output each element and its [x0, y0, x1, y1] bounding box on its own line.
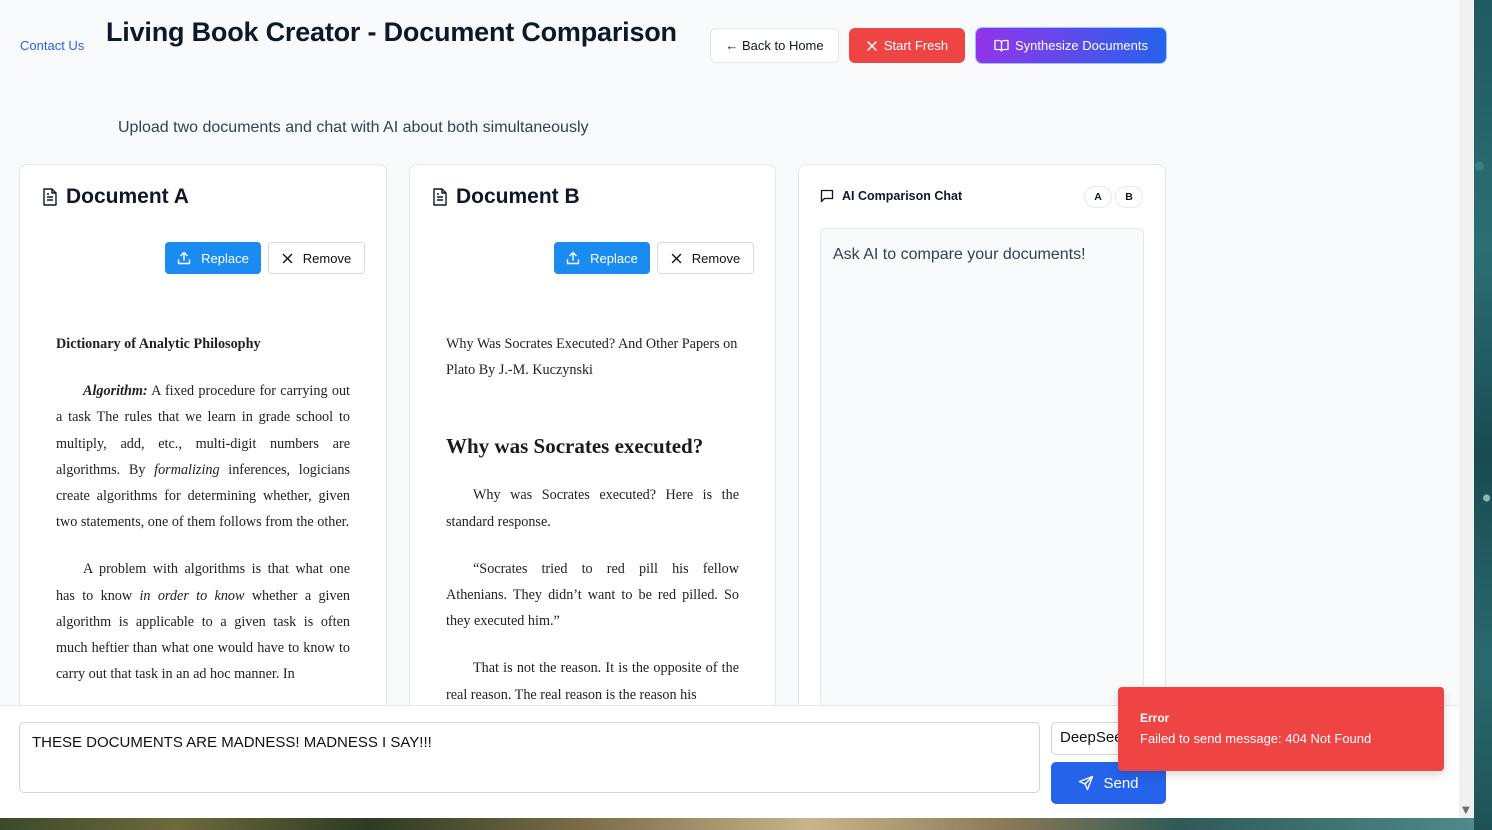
- background-image-bottom: [0, 818, 1474, 830]
- document-a-heading: Dictionary of Analytic Philosophy: [56, 336, 261, 352]
- background-image-right: [1474, 0, 1492, 830]
- book-open-icon: [994, 39, 1009, 52]
- message-input[interactable]: THESE DOCUMENTS ARE MADNESS! MADNESS I S…: [19, 722, 1040, 793]
- document-a-paragraph: A problem with algorithms is that what o…: [56, 556, 350, 687]
- synthesize-label: Synthesize Documents: [1015, 38, 1148, 53]
- document-b-paragraph: “Socrates tried to red pill his fellow A…: [446, 560, 739, 630]
- remove-document-a-button[interactable]: Remove: [268, 242, 365, 274]
- remove-document-b-button[interactable]: Remove: [657, 242, 754, 274]
- document-a-title: Document A: [66, 185, 189, 208]
- document-a-badge: A: [1084, 186, 1112, 208]
- page-scrollbar[interactable]: ▼: [1459, 0, 1474, 818]
- app-window: Contact Us Living Book Creator - Documen…: [0, 0, 1474, 818]
- document-a-panel: Document A Replace Remove Dictionary of …: [19, 164, 387, 724]
- remove-label: Remove: [302, 250, 352, 266]
- close-icon: [866, 40, 878, 52]
- document-b-badge: B: [1115, 186, 1143, 208]
- error-toast[interactable]: Error Failed to send message: 404 Not Fo…: [1118, 687, 1444, 771]
- synthesize-documents-button[interactable]: Synthesize Documents: [976, 28, 1166, 63]
- document-b-paragraph: Why was Socrates executed? Here is the s…: [446, 487, 739, 530]
- contact-us-link[interactable]: Contact Us: [20, 38, 84, 53]
- document-a-content: Dictionary of Analytic Philosophy Algori…: [56, 331, 350, 687]
- send-label: Send: [1103, 774, 1139, 792]
- document-b-intro: Why Was Socrates Executed? And Other Pap…: [446, 336, 738, 379]
- document-b-paragraph: That is not the reason. It is the opposi…: [446, 660, 739, 703]
- replace-document-a-button[interactable]: Replace: [165, 242, 261, 274]
- message-square-icon: [820, 189, 834, 203]
- italic-text: formalizing: [154, 461, 220, 478]
- chat-messages-area[interactable]: Ask AI to compare your documents!: [820, 228, 1144, 708]
- page-subtitle: Upload two documents and chat with AI ab…: [118, 119, 589, 136]
- send-icon: [1078, 775, 1094, 791]
- document-a-header: Document A: [42, 185, 189, 209]
- document-b-panel: Document B Replace Remove Why Was Socrat…: [409, 164, 776, 724]
- replace-label: Replace: [201, 250, 249, 266]
- start-fresh-label: Start Fresh: [883, 38, 949, 53]
- document-b-content: Why Was Socrates Executed? And Other Pap…: [446, 331, 739, 708]
- term-label: Algorithm:: [83, 383, 148, 400]
- file-text-icon: [432, 188, 448, 206]
- replace-document-b-button[interactable]: Replace: [554, 242, 650, 274]
- page-title: Living Book Creator - Document Compariso…: [106, 17, 677, 47]
- toast-title: Error: [1140, 711, 1170, 725]
- document-b-heading: Why was Socrates executed?: [446, 434, 704, 459]
- chat-title: AI Comparison Chat: [842, 189, 963, 203]
- upload-icon: [566, 251, 580, 265]
- toast-message: Failed to send message: 404 Not Found: [1140, 731, 1372, 746]
- italic-text: in order to know: [139, 587, 245, 604]
- start-fresh-button[interactable]: Start Fresh: [849, 28, 965, 63]
- back-to-home-button[interactable]: ← Back to Home: [710, 28, 839, 63]
- file-text-icon: [42, 188, 58, 206]
- scroll-down-arrow-icon[interactable]: ▼: [1462, 805, 1470, 816]
- ai-chat-panel: AI Comparison Chat A B Ask AI to compare…: [798, 164, 1166, 724]
- document-b-header: Document B: [432, 185, 580, 209]
- back-to-home-label: ← Back to Home: [725, 38, 824, 53]
- replace-label: Replace: [590, 250, 638, 266]
- remove-label: Remove: [691, 250, 741, 266]
- close-icon: [671, 253, 682, 264]
- document-b-title: Document B: [456, 185, 580, 208]
- chat-empty-state: Ask AI to compare your documents!: [833, 246, 1086, 263]
- upload-icon: [177, 251, 191, 265]
- chat-header: AI Comparison Chat: [820, 189, 962, 203]
- document-a-paragraph: Algorithm: A fixed procedure for carryin…: [56, 378, 350, 535]
- close-icon: [282, 253, 293, 264]
